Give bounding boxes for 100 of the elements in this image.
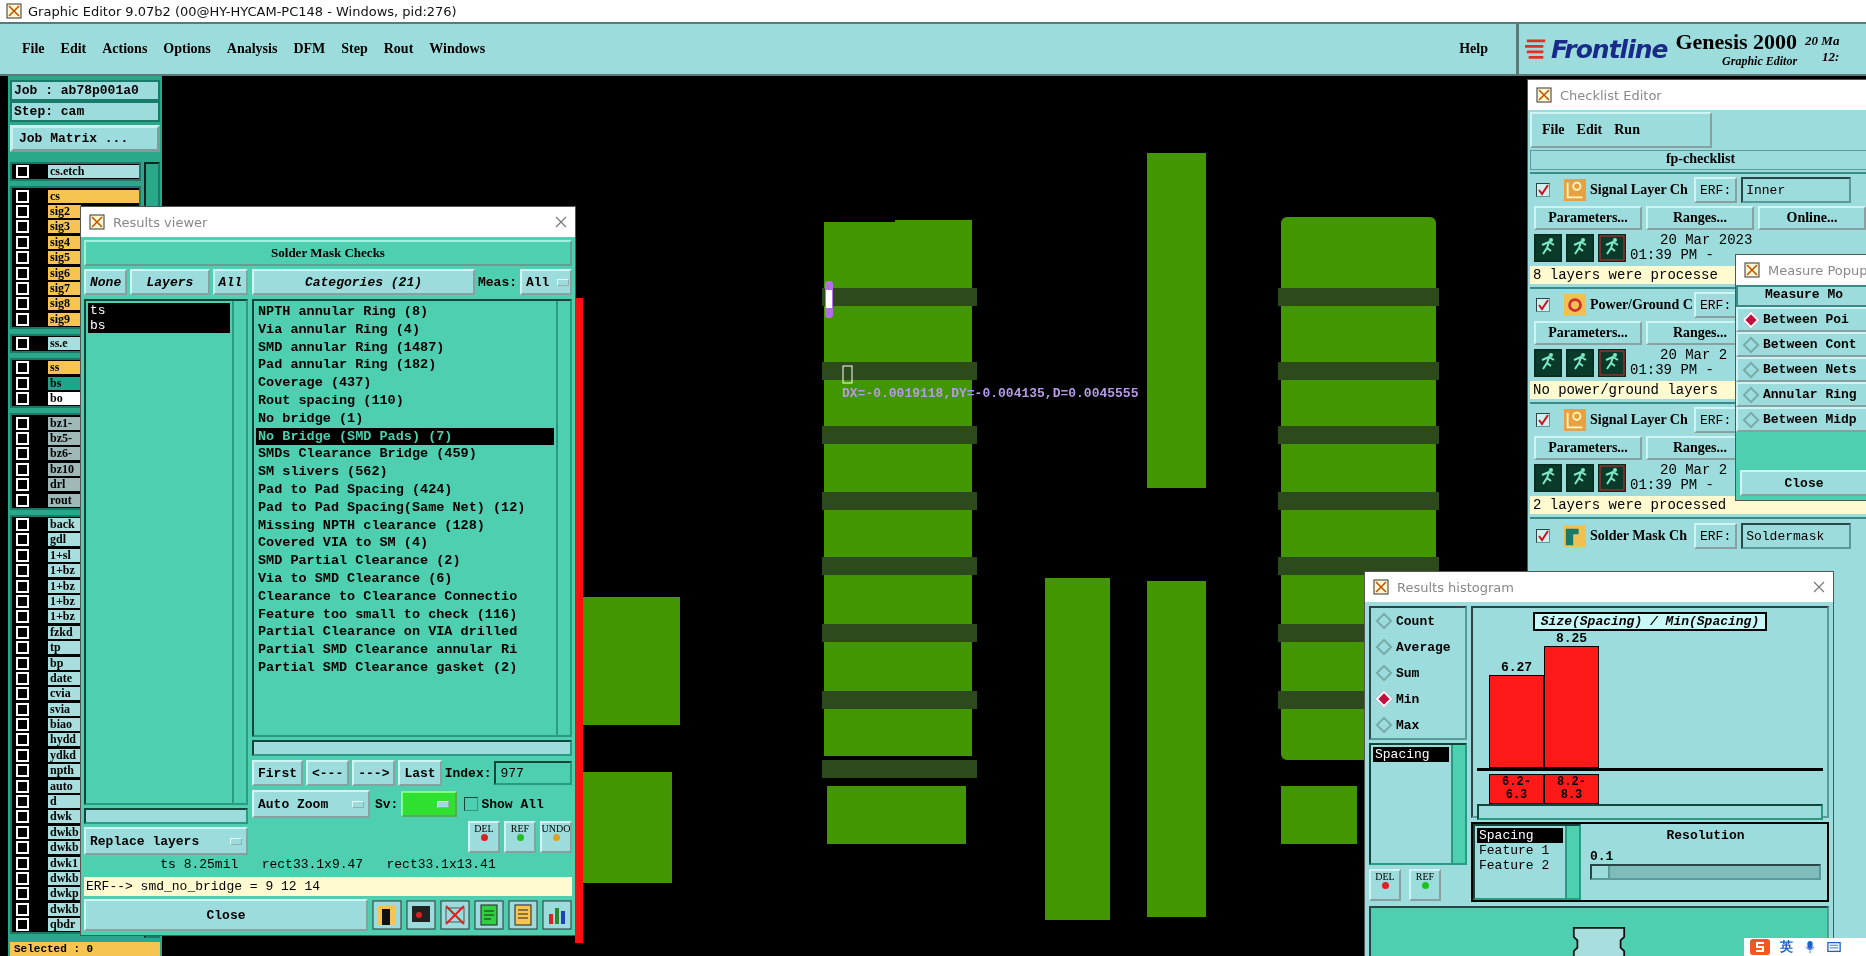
layer-name[interactable]: gdl — [48, 533, 81, 547]
category-item[interactable]: Clearance to Clearance Connectio — [256, 587, 554, 606]
mode-option[interactable]: Annular Ring — [1736, 382, 1866, 407]
layer-checkbox[interactable] — [16, 337, 29, 351]
layer-name[interactable]: cs.etch — [48, 165, 139, 179]
category-item[interactable]: Pad to Pad Spacing (424) — [256, 480, 554, 499]
tool-button[interactable]: REF — [504, 821, 536, 853]
menu-item[interactable]: Analysis — [218, 37, 286, 61]
category-item[interactable]: No Bridge (SMD Pads) (7) — [256, 427, 554, 446]
resolution-slider[interactable] — [1590, 864, 1821, 880]
layer-checkbox[interactable] — [16, 392, 29, 406]
layer-checkbox[interactable] — [16, 281, 29, 295]
layer-filter-button[interactable]: None — [84, 269, 128, 295]
category-item[interactable]: Feature too small to check (116) — [256, 605, 554, 624]
tool-button[interactable]: DEL — [468, 821, 500, 853]
entry-button[interactable]: Parameters... — [1534, 206, 1642, 230]
category-item[interactable]: No bridge (1) — [256, 409, 554, 428]
layer-checkbox[interactable] — [16, 297, 29, 311]
entry-checkbox[interactable] — [1536, 183, 1550, 197]
layer-name[interactable]: tp — [48, 641, 81, 655]
category-item[interactable]: Via to SMD Clearance (6) — [256, 569, 554, 588]
layer-checkbox[interactable] — [16, 432, 29, 446]
layer-name[interactable]: cs — [48, 189, 139, 203]
layer-name[interactable]: ss — [48, 361, 81, 375]
category-item[interactable]: Pad annular Ring (182) — [256, 356, 554, 375]
layer-checkbox[interactable] — [16, 902, 29, 916]
layer-checkbox[interactable] — [16, 671, 29, 685]
category-item[interactable]: Missing NPTH clearance (128) — [256, 516, 554, 535]
layer-checkbox[interactable] — [16, 165, 29, 179]
mode-option[interactable]: Between Nets — [1736, 357, 1866, 382]
layer-name[interactable]: sig8 — [48, 297, 81, 311]
layer-name[interactable]: bz1- — [48, 416, 81, 430]
navigation-button[interactable]: Last — [398, 760, 442, 786]
runner-icon[interactable] — [1566, 234, 1594, 262]
close-icon[interactable] — [1813, 581, 1825, 593]
layer-name[interactable]: biao — [48, 718, 81, 732]
menu-item[interactable]: Windows — [421, 37, 494, 61]
layer-checkbox[interactable] — [16, 625, 29, 639]
category-item[interactable]: SMD annular Ring (1487) — [256, 338, 554, 357]
layer-name[interactable]: qbdr — [48, 918, 81, 932]
layer-name[interactable]: fzkd — [48, 625, 81, 639]
layer-name[interactable]: sig7 — [48, 281, 81, 295]
layer-name[interactable]: bo — [48, 392, 81, 406]
layer-checkbox[interactable] — [16, 493, 29, 507]
microphone-icon[interactable] — [1803, 940, 1817, 954]
layer-checkbox[interactable] — [16, 189, 29, 203]
layer-name[interactable]: bp — [48, 656, 81, 670]
field-item[interactable]: Spacing — [1477, 828, 1563, 843]
layer-name[interactable]: bz10 — [48, 462, 81, 476]
menu-item[interactable]: Edit — [1570, 120, 1609, 140]
layer-name[interactable]: 1+bz — [48, 594, 81, 608]
navigation-button[interactable]: First — [252, 760, 303, 786]
category-item[interactable]: SM slivers (562) — [256, 463, 554, 481]
layer-checkbox[interactable] — [16, 416, 29, 430]
layer-checkbox[interactable] — [16, 533, 29, 547]
category-item[interactable]: SMDs Clearance Bridge (459) — [256, 445, 554, 464]
layer-checkbox[interactable] — [16, 594, 29, 608]
layer-checkbox[interactable] — [16, 361, 29, 375]
layer-checkbox[interactable] — [16, 733, 29, 747]
layer-name[interactable]: drl — [48, 478, 81, 492]
job-matrix-button[interactable]: Job Matrix ... — [10, 125, 160, 152]
document-icon[interactable] — [508, 900, 538, 930]
layer-name[interactable]: dwk1 — [48, 856, 81, 870]
layer-checkbox[interactable] — [16, 887, 29, 901]
slider-thumb[interactable] — [1592, 866, 1610, 878]
category-item[interactable]: Coverage (437) — [256, 374, 554, 392]
layer-checkbox[interactable] — [16, 779, 29, 793]
category-item[interactable]: SMD Partial Clearance (2) — [256, 552, 554, 570]
layer-checkbox[interactable] — [16, 312, 29, 326]
menu-item[interactable]: Step — [333, 37, 376, 61]
layer-checkbox[interactable] — [16, 748, 29, 762]
layer-filter-button[interactable]: Layers — [130, 269, 210, 295]
layer-name[interactable]: dwkb — [48, 872, 81, 885]
erf-button[interactable]: ERF: — [1694, 292, 1738, 318]
runner-icon[interactable] — [1598, 234, 1626, 262]
categories-button[interactable]: Categories (21) — [252, 269, 475, 295]
erf-field[interactable]: Inner — [1741, 177, 1852, 203]
layer-checkbox[interactable] — [16, 579, 29, 593]
navigation-button[interactable]: ---> — [352, 760, 396, 786]
layer-name[interactable]: 1+bz — [48, 564, 81, 578]
menu-item[interactable]: File — [14, 37, 53, 61]
entry-checkbox[interactable] — [1536, 298, 1550, 312]
meas-dropdown[interactable]: All — [520, 269, 572, 295]
layer-checkbox[interactable] — [16, 856, 29, 870]
close-button[interactable]: Close — [1740, 470, 1866, 496]
category-item[interactable]: Via annular Ring (4) — [256, 320, 554, 339]
layer-checkbox[interactable] — [16, 918, 29, 932]
scrollbar[interactable] — [252, 740, 572, 756]
layer-name[interactable]: svia — [48, 702, 81, 716]
layer-checkbox[interactable] — [16, 841, 29, 855]
layer-checkbox[interactable] — [16, 641, 29, 655]
layer-checkbox[interactable] — [16, 825, 29, 839]
layer-name[interactable]: sig5 — [48, 251, 81, 265]
menu-item[interactable]: DFM — [285, 37, 334, 61]
runner-icon[interactable] — [1534, 234, 1562, 262]
layer-list-item[interactable]: ts — [88, 303, 230, 318]
entry-button[interactable]: Parameters... — [1534, 436, 1642, 460]
layer-name[interactable]: dwkb — [48, 841, 81, 855]
menu-item[interactable]: Edit — [52, 37, 95, 61]
layer-checkbox[interactable] — [16, 518, 29, 531]
